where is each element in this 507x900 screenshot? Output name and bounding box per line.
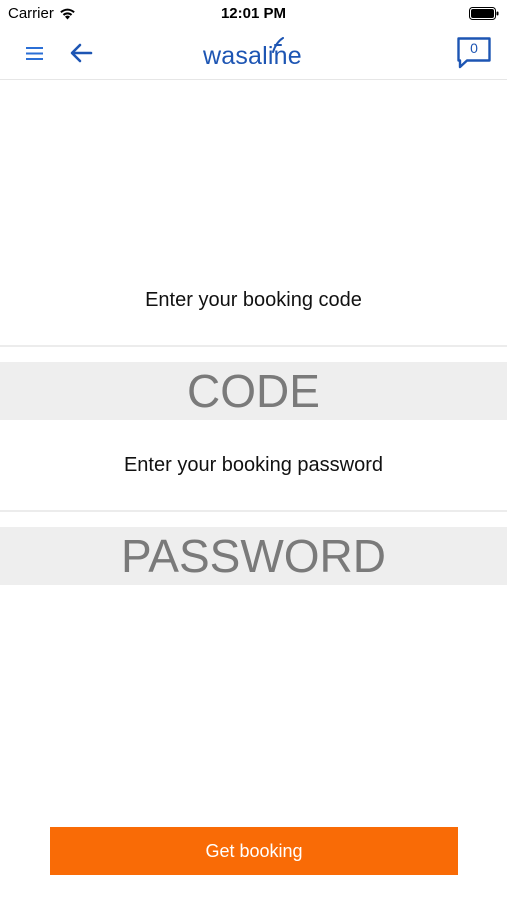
navigation-bar: wasaline 0 bbox=[0, 28, 507, 80]
arrow-left-icon bbox=[70, 43, 93, 63]
booking-code-label: Enter your booking code bbox=[145, 289, 362, 311]
booking-password-label: Enter your booking password bbox=[123, 454, 384, 476]
back-button[interactable] bbox=[68, 40, 96, 66]
booking-password-input[interactable] bbox=[0, 527, 507, 585]
booking-code-input[interactable] bbox=[0, 362, 507, 420]
status-bar: Carrier 12:01 PM bbox=[0, 0, 507, 28]
status-time: 12:01 PM bbox=[220, 5, 287, 22]
divider bbox=[0, 345, 507, 347]
chat-count-badge: 0 bbox=[470, 40, 478, 56]
logo-text: wasaline bbox=[203, 42, 302, 70]
hamburger-icon bbox=[26, 47, 43, 60]
wasaline-logo: wasaline bbox=[203, 37, 313, 73]
chat-button[interactable]: 0 bbox=[456, 36, 492, 70]
battery-icon bbox=[469, 7, 499, 20]
get-booking-button[interactable]: Get booking bbox=[50, 827, 458, 875]
logo-swoosh-icon bbox=[272, 37, 284, 53]
divider bbox=[0, 510, 507, 512]
menu-button[interactable] bbox=[24, 41, 46, 65]
